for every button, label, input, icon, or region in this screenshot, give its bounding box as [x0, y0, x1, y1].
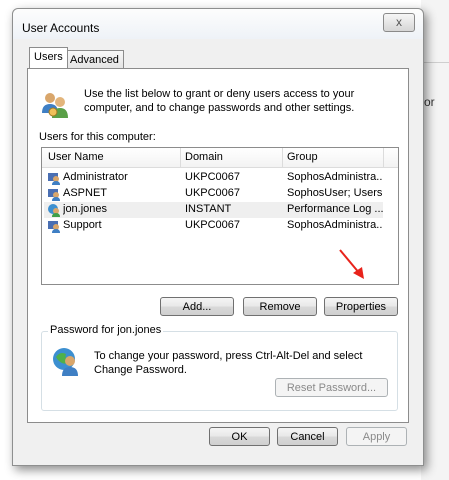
- password-instructions: To change your password, press Ctrl-Alt-…: [94, 350, 363, 376]
- user-name-cell: Support: [63, 219, 102, 231]
- close-icon: x: [396, 15, 402, 29]
- users-list-label: Users for this computer:: [39, 131, 156, 143]
- remove-button[interactable]: Remove: [243, 297, 317, 316]
- domain-cell: UKPC0067: [185, 187, 241, 199]
- domain-cell: INSTANT: [185, 203, 232, 215]
- table-row-selected[interactable]: jon.jones INSTANT Performance Log ...: [44, 202, 383, 218]
- table-row[interactable]: Support UKPC0067 SophosAdministra...: [44, 218, 383, 234]
- group-cell: Performance Log ...: [287, 203, 383, 215]
- domain-cell: UKPC0067: [185, 219, 241, 231]
- close-button[interactable]: x: [383, 13, 415, 32]
- reset-password-button[interactable]: Reset Password...: [275, 378, 388, 397]
- annotation-arrow-icon: [339, 249, 364, 279]
- group-cell: SophosUser; Users: [287, 187, 383, 199]
- ok-button[interactable]: OK: [209, 427, 270, 446]
- table-row[interactable]: Administrator UKPC0067 SophosAdministra.…: [44, 170, 383, 186]
- group-cell: SophosAdministra...: [287, 219, 383, 231]
- column-header-domain[interactable]: Domain: [185, 151, 223, 165]
- user-name-cell: jon.jones: [63, 203, 108, 215]
- properties-button[interactable]: Properties: [324, 297, 398, 316]
- column-header-group[interactable]: Group: [287, 151, 318, 165]
- user-name-cell: ASPNET: [63, 187, 108, 199]
- background-partial-text: or: [424, 95, 435, 109]
- background-window-edge: [421, 0, 449, 480]
- add-button[interactable]: Add...: [160, 297, 234, 316]
- listview-header-filler: [383, 148, 398, 168]
- user-accounts-dialog: User Accounts x Users Advanced Use the l…: [12, 8, 424, 466]
- users-group-icon: [42, 93, 68, 118]
- domain-cell: UKPC0067: [185, 171, 241, 183]
- listview-header: User Name Domain Group: [42, 148, 384, 168]
- group-cell: SophosAdministra...: [287, 171, 383, 183]
- title-bar[interactable]: User Accounts x: [13, 9, 423, 39]
- user-password-icon: [53, 348, 78, 376]
- tab-advanced[interactable]: Advanced: [65, 50, 124, 69]
- admin-user-icon: [48, 173, 60, 185]
- intro-text: Use the list below to grant or deny user…: [84, 88, 355, 114]
- cancel-button[interactable]: Cancel: [277, 427, 338, 446]
- users-tab-panel: Use the list below to grant or deny user…: [27, 68, 409, 423]
- column-header-user-name[interactable]: User Name: [48, 151, 104, 165]
- domain-user-icon: [48, 204, 60, 217]
- password-group-label: Password for jon.jones: [48, 324, 164, 336]
- user-name-cell: Administrator: [63, 171, 128, 183]
- table-row[interactable]: ASPNET UKPC0067 SophosUser; Users: [44, 186, 383, 202]
- column-separator[interactable]: [282, 148, 283, 167]
- user-icon: [48, 189, 60, 201]
- admin-user-icon: [48, 221, 60, 233]
- apply-button[interactable]: Apply: [346, 427, 407, 446]
- window-title: User Accounts: [22, 21, 100, 35]
- background-divider: [421, 62, 449, 63]
- password-groupbox: Password for jon.jones To change your pa…: [41, 324, 398, 411]
- tab-users[interactable]: Users: [29, 47, 68, 68]
- column-separator[interactable]: [180, 148, 181, 167]
